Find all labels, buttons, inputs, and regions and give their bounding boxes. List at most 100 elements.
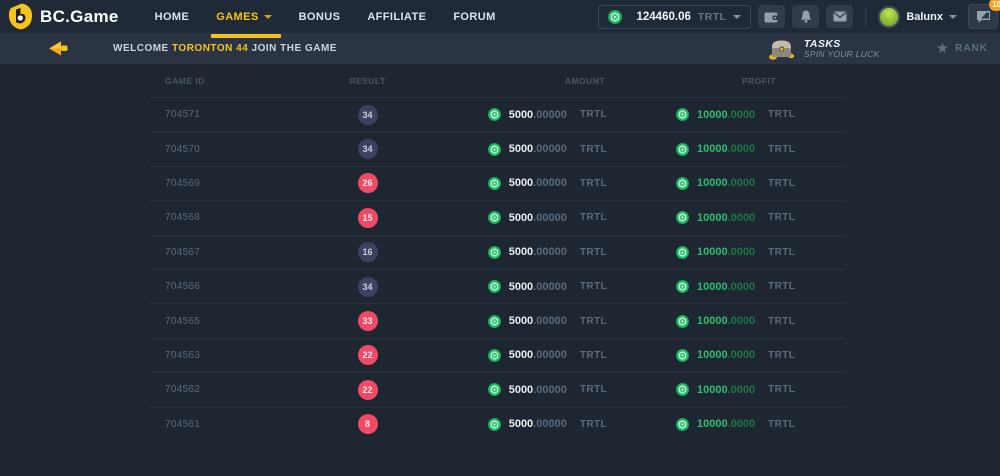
bell-icon [800,10,812,23]
notifications-button[interactable] [792,5,819,28]
amount-integer: 5000 [509,384,533,396]
nav-item-forum[interactable]: FORUM [453,0,495,33]
amount-decimals: .00000 [533,177,567,189]
game-id-cell: 704570 [150,144,340,155]
profit-currency: TRTL [768,419,795,430]
mail-button[interactable] [826,5,853,28]
trtl-coin-icon [608,10,622,24]
profit-cell: 10000 .0000 TRTL [645,211,845,224]
result-cell: 33 [340,311,395,331]
brand-logo[interactable]: BC.Game [8,3,119,30]
amount-cell: 5000 .00000 TRTL [395,177,645,190]
profit-currency: TRTL [768,281,795,292]
table-row[interactable]: 704571 34 5000 .00000 TRTL [150,97,845,131]
user-name: Balunx [906,11,943,23]
amount-cell: 5000 .00000 TRTL [395,315,645,328]
brand-name: BC.Game [40,7,119,27]
amount-cell: 5000 .00000 TRTL [395,418,645,431]
game-id-cell: 704565 [150,316,340,327]
profit-integer: 10000 [697,109,728,121]
trtl-coin-icon [488,418,501,431]
trtl-coin-icon [676,246,689,259]
amount-cell: 5000 .00000 TRTL [395,108,645,121]
table-row[interactable]: 704569 26 5000 .00000 TRTL [150,166,845,200]
wallet-icon [764,11,779,23]
chat-button[interactable]: 10 [968,4,998,29]
table-row[interactable]: 704562 22 5000 .00000 TRTL [150,372,845,406]
welcome-message: WELCOME TORONTON 44 JOIN THE GAME [113,43,337,54]
profit-cell: 10000 .0000 TRTL [645,315,845,328]
main-nav: HOME GAMES BONUS AFFILIATE FORUM [155,0,496,33]
star-icon: ★ [936,41,949,56]
amount-integer: 5000 [509,246,533,258]
result-cell: 16 [340,242,395,262]
amount-decimals: .00000 [533,246,567,258]
table-row[interactable]: 704566 34 5000 .00000 TRTL [150,269,845,303]
profit-integer: 10000 [697,418,728,430]
chevron-down-icon [264,15,272,19]
table-row[interactable]: 704567 16 5000 .00000 TRTL [150,235,845,269]
profit-decimals: .0000 [728,212,756,224]
profit-cell: 10000 .0000 TRTL [645,246,845,259]
amount-integer: 5000 [509,212,533,224]
nav-item-affiliate[interactable]: AFFILIATE [367,0,426,33]
table-row[interactable]: 704561 8 5000 .00000 TRTL [150,407,845,441]
profit-currency: TRTL [768,212,795,223]
balance-selector[interactable]: 124460.06 TRTL [598,5,752,29]
top-navbar: BC.Game HOME GAMES BONUS AFFILIATE FORUM… [0,0,1000,33]
trtl-coin-icon [488,280,501,293]
result-cell: 8 [340,414,395,434]
table-row[interactable]: 704568 15 5000 .00000 TRTL [150,200,845,234]
amount-currency: TRTL [580,144,607,155]
result-badge: 16 [358,242,378,262]
tasks-labels: TASKS SPIN YOUR LUCK [804,38,880,60]
tasks-subtitle: SPIN YOUR LUCK [804,50,880,60]
table-row[interactable]: 704563 22 5000 .00000 TRTL [150,338,845,372]
result-badge: 34 [358,139,378,159]
amount-decimals: .00000 [533,281,567,293]
tasks-widget[interactable]: TASKS SPIN YOUR LUCK [768,38,880,60]
profit-cell: 10000 .0000 TRTL [645,177,845,190]
announcement-banner: WELCOME TORONTON 44 JOIN THE GAME TASKS … [0,33,1000,64]
amount-decimals: .00000 [533,315,567,327]
trtl-coin-icon [676,315,689,328]
result-badge: 8 [358,414,378,434]
game-id-cell: 704568 [150,212,340,223]
profit-decimals: .0000 [728,384,756,396]
profit-decimals: .0000 [728,109,756,121]
amount-currency: TRTL [580,281,607,292]
amount-currency: TRTL [580,247,607,258]
amount-integer: 5000 [509,143,533,155]
profit-currency: TRTL [768,178,795,189]
profit-decimals: .0000 [728,315,756,327]
trtl-coin-icon [488,315,501,328]
table-row[interactable]: 704570 34 5000 .00000 TRTL [150,131,845,165]
game-history-table: GAME ID RESULT AMOUNT PROFIT 704571 34 5… [150,64,845,441]
profit-decimals: .0000 [728,246,756,258]
balance-value: 124460.06 [637,11,691,23]
amount-decimals: .00000 [533,212,567,224]
trtl-coin-icon [488,349,501,362]
tasks-title: TASKS [804,38,880,50]
trtl-coin-icon [676,143,689,156]
welcome-username: TORONTON 44 [172,43,248,54]
amount-decimals: .00000 [533,349,567,361]
result-cell: 26 [340,173,395,193]
table-row[interactable]: 704565 33 5000 .00000 TRTL [150,303,845,337]
user-menu[interactable]: Balunx [878,6,957,28]
result-cell: 34 [340,139,395,159]
rank-widget[interactable]: ★ RANK [936,41,988,56]
wallet-button[interactable] [758,5,785,28]
result-cell: 34 [340,277,395,297]
profit-integer: 10000 [697,246,728,258]
game-id-cell: 704563 [150,350,340,361]
column-header-game-id: GAME ID [150,76,340,86]
trtl-coin-icon [488,383,501,396]
trtl-coin-icon [676,108,689,121]
amount-decimals: .00000 [533,109,567,121]
profit-currency: TRTL [768,350,795,361]
nav-item-home[interactable]: HOME [155,0,190,33]
nav-item-games[interactable]: GAMES [216,0,271,33]
nav-item-bonus[interactable]: BONUS [299,0,341,33]
profit-cell: 10000 .0000 TRTL [645,280,845,293]
